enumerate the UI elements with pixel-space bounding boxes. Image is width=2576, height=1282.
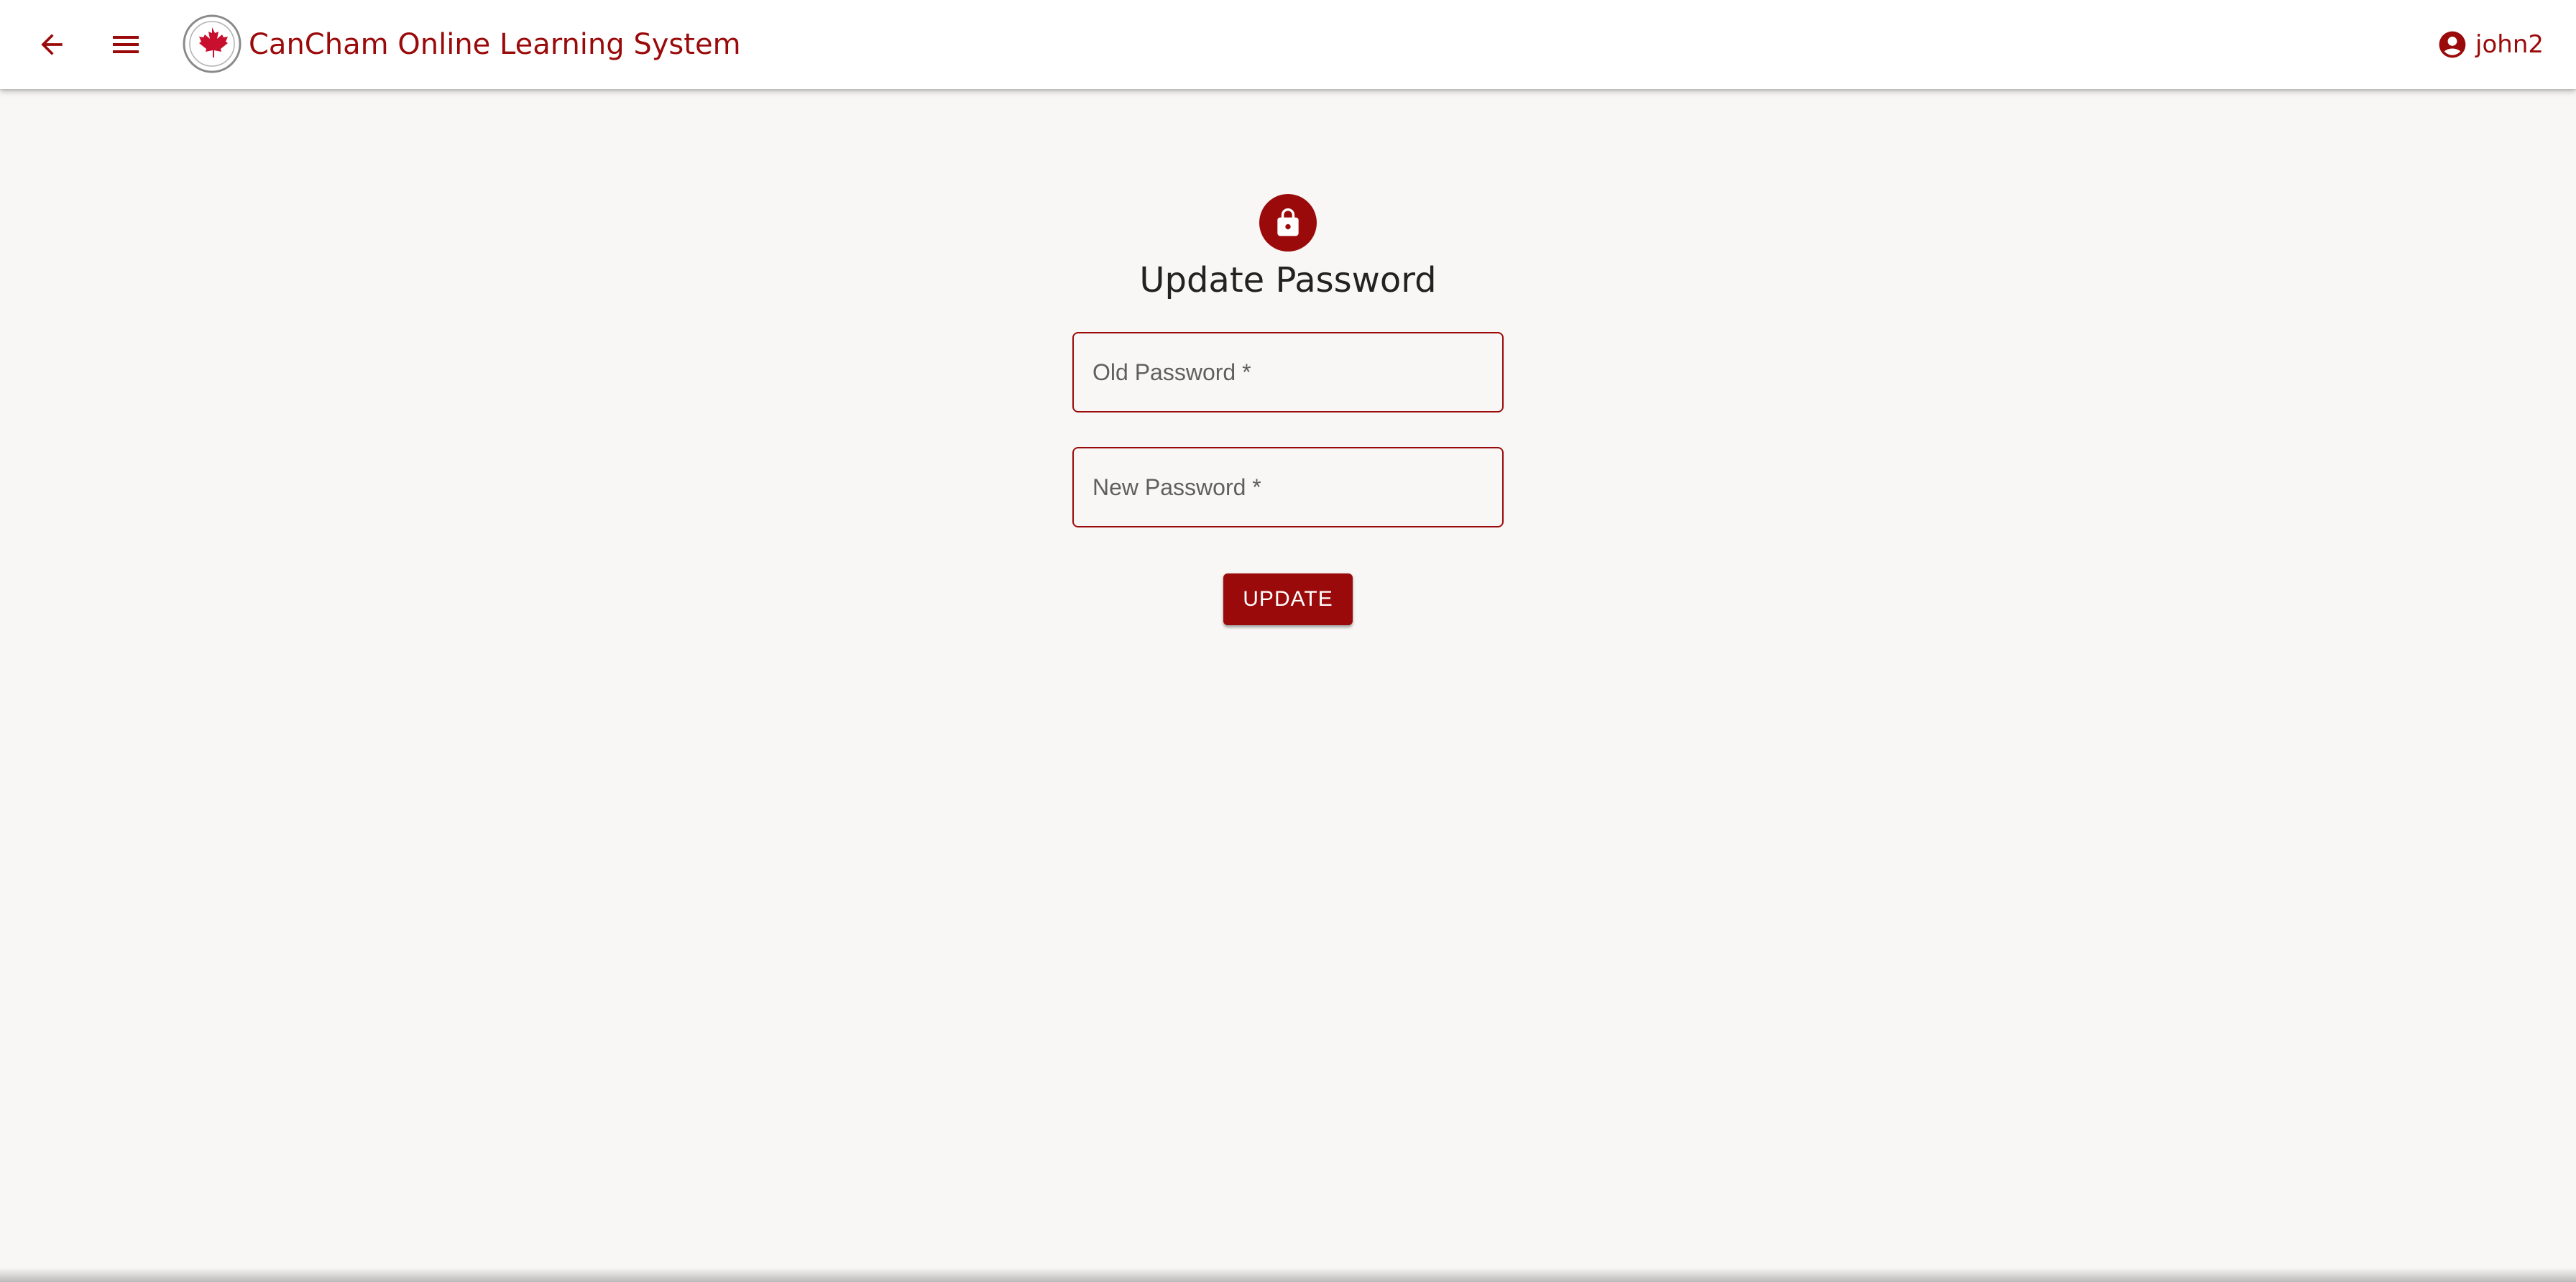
page-title: Update Password (1139, 260, 1437, 300)
back-button[interactable] (16, 9, 88, 80)
app-bar: CanCham Online Learning System john2 (0, 0, 2576, 89)
app-title[interactable]: CanCham Online Learning System (249, 0, 741, 89)
account-circle-icon (2439, 31, 2466, 58)
update-button[interactable]: UPDATE (1223, 573, 1353, 625)
user-account-menu[interactable]: john2 (2437, 0, 2544, 89)
arrow-back-icon (41, 34, 63, 55)
new-password-input[interactable] (1074, 448, 1502, 526)
lock-avatar (1259, 194, 1317, 252)
old-password-input[interactable] (1074, 333, 1502, 411)
hamburger-menu-icon (113, 36, 139, 53)
lock-icon (1277, 208, 1299, 236)
cancham-logo (183, 14, 242, 73)
new-password-field[interactable]: New Password * (1072, 447, 1504, 527)
bottom-edge-shadow (0, 1268, 2576, 1282)
old-password-field[interactable]: Old Password * (1072, 332, 1504, 412)
menu-button[interactable] (90, 9, 162, 80)
user-name: john2 (2475, 30, 2544, 59)
